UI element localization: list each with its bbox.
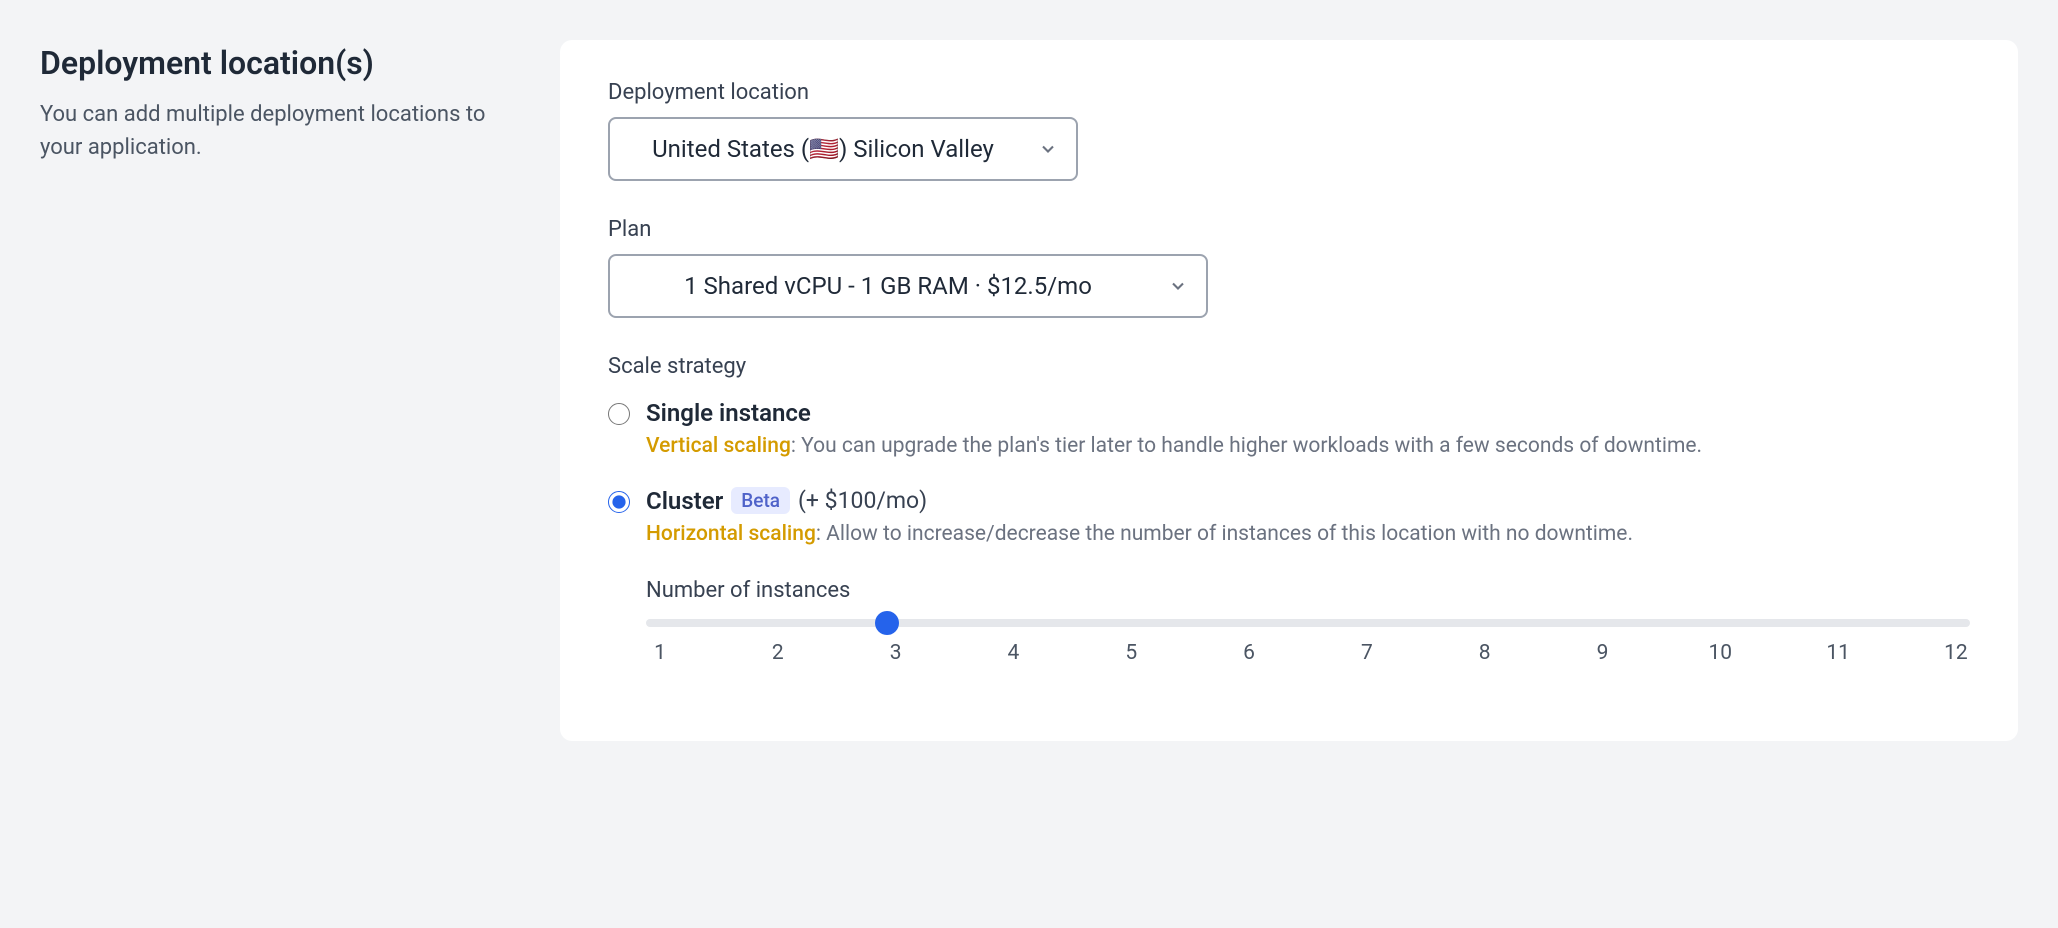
cluster-price: (+ $100/mo) [798,487,927,514]
radio-single-title: Single instance [646,399,811,427]
radio-cluster-title: Cluster [646,487,723,515]
scale-label: Scale strategy [608,354,1970,379]
radio-cluster-desc-text: : Allow to increase/decrease the number … [816,522,1633,546]
beta-badge: Beta [731,487,790,514]
radio-cluster[interactable] [608,491,630,513]
vertical-scaling-term: Vertical scaling [646,434,791,458]
radio-single-desc-text: : You can upgrade the plan's tier later … [791,434,1702,458]
slider-tick: 6 [1237,641,1261,665]
location-select[interactable]: United States (🇺🇸) Silicon Valley [608,117,1078,181]
slider-tick: 9 [1591,641,1615,665]
sidebar: Deployment location(s) You can add multi… [40,40,520,741]
plan-field-group: Plan 1 Shared vCPU - 1 GB RAM · $12.5/mo [608,217,1970,318]
instances-label: Number of instances [646,578,1970,603]
radio-cluster-description: Horizontal scaling: Allow to increase/de… [646,519,1970,551]
slider-tick: 10 [1708,641,1732,665]
main-panel: Deployment location United States (🇺🇸) S… [560,40,2018,741]
location-label: Deployment location [608,80,1970,105]
radio-option-single: Single instance Vertical scaling: You ca… [608,399,1970,463]
radio-single-instance[interactable] [608,403,630,425]
radio-single-title-row: Single instance [646,399,1970,427]
slider-ticks: 1 2 3 4 5 6 7 8 9 10 11 12 [646,641,1970,665]
slider-tick: 4 [1001,641,1025,665]
slider-tick: 3 [884,641,908,665]
slider-tick: 2 [766,641,790,665]
slider-tick: 12 [1944,641,1968,665]
sidebar-description: You can add multiple deployment location… [40,98,520,164]
plan-select-wrapper: 1 Shared vCPU - 1 GB RAM · $12.5/mo [608,254,1208,318]
radio-cluster-title-row: Cluster Beta (+ $100/mo) [646,487,1970,515]
slider-thumb[interactable] [875,611,899,635]
radio-single-description: Vertical scaling: You can upgrade the pl… [646,431,1970,463]
slider-tick: 5 [1119,641,1143,665]
plan-select[interactable]: 1 Shared vCPU - 1 GB RAM · $12.5/mo [608,254,1208,318]
scale-radio-group: Single instance Vertical scaling: You ca… [608,399,1970,550]
slider-tick: 8 [1473,641,1497,665]
slider-tick: 7 [1355,641,1379,665]
scale-field-group: Scale strategy Single instance Vertical … [608,354,1970,665]
slider-tick: 11 [1826,641,1850,665]
deployment-config: Deployment location(s) You can add multi… [0,0,2058,781]
slider-tick: 1 [648,641,672,665]
slider-track [646,619,1970,627]
radio-cluster-content: Cluster Beta (+ $100/mo) Horizontal scal… [646,487,1970,551]
location-field-group: Deployment location United States (🇺🇸) S… [608,80,1970,181]
plan-label: Plan [608,217,1970,242]
location-select-wrapper: United States (🇺🇸) Silicon Valley [608,117,1078,181]
instances-section: Number of instances 1 2 3 4 5 6 7 8 9 [646,578,1970,665]
radio-option-cluster: Cluster Beta (+ $100/mo) Horizontal scal… [608,487,1970,551]
instances-slider[interactable]: 1 2 3 4 5 6 7 8 9 10 11 12 [646,619,1970,665]
sidebar-title: Deployment location(s) [40,44,520,82]
radio-single-content: Single instance Vertical scaling: You ca… [646,399,1970,463]
horizontal-scaling-term: Horizontal scaling [646,522,816,546]
